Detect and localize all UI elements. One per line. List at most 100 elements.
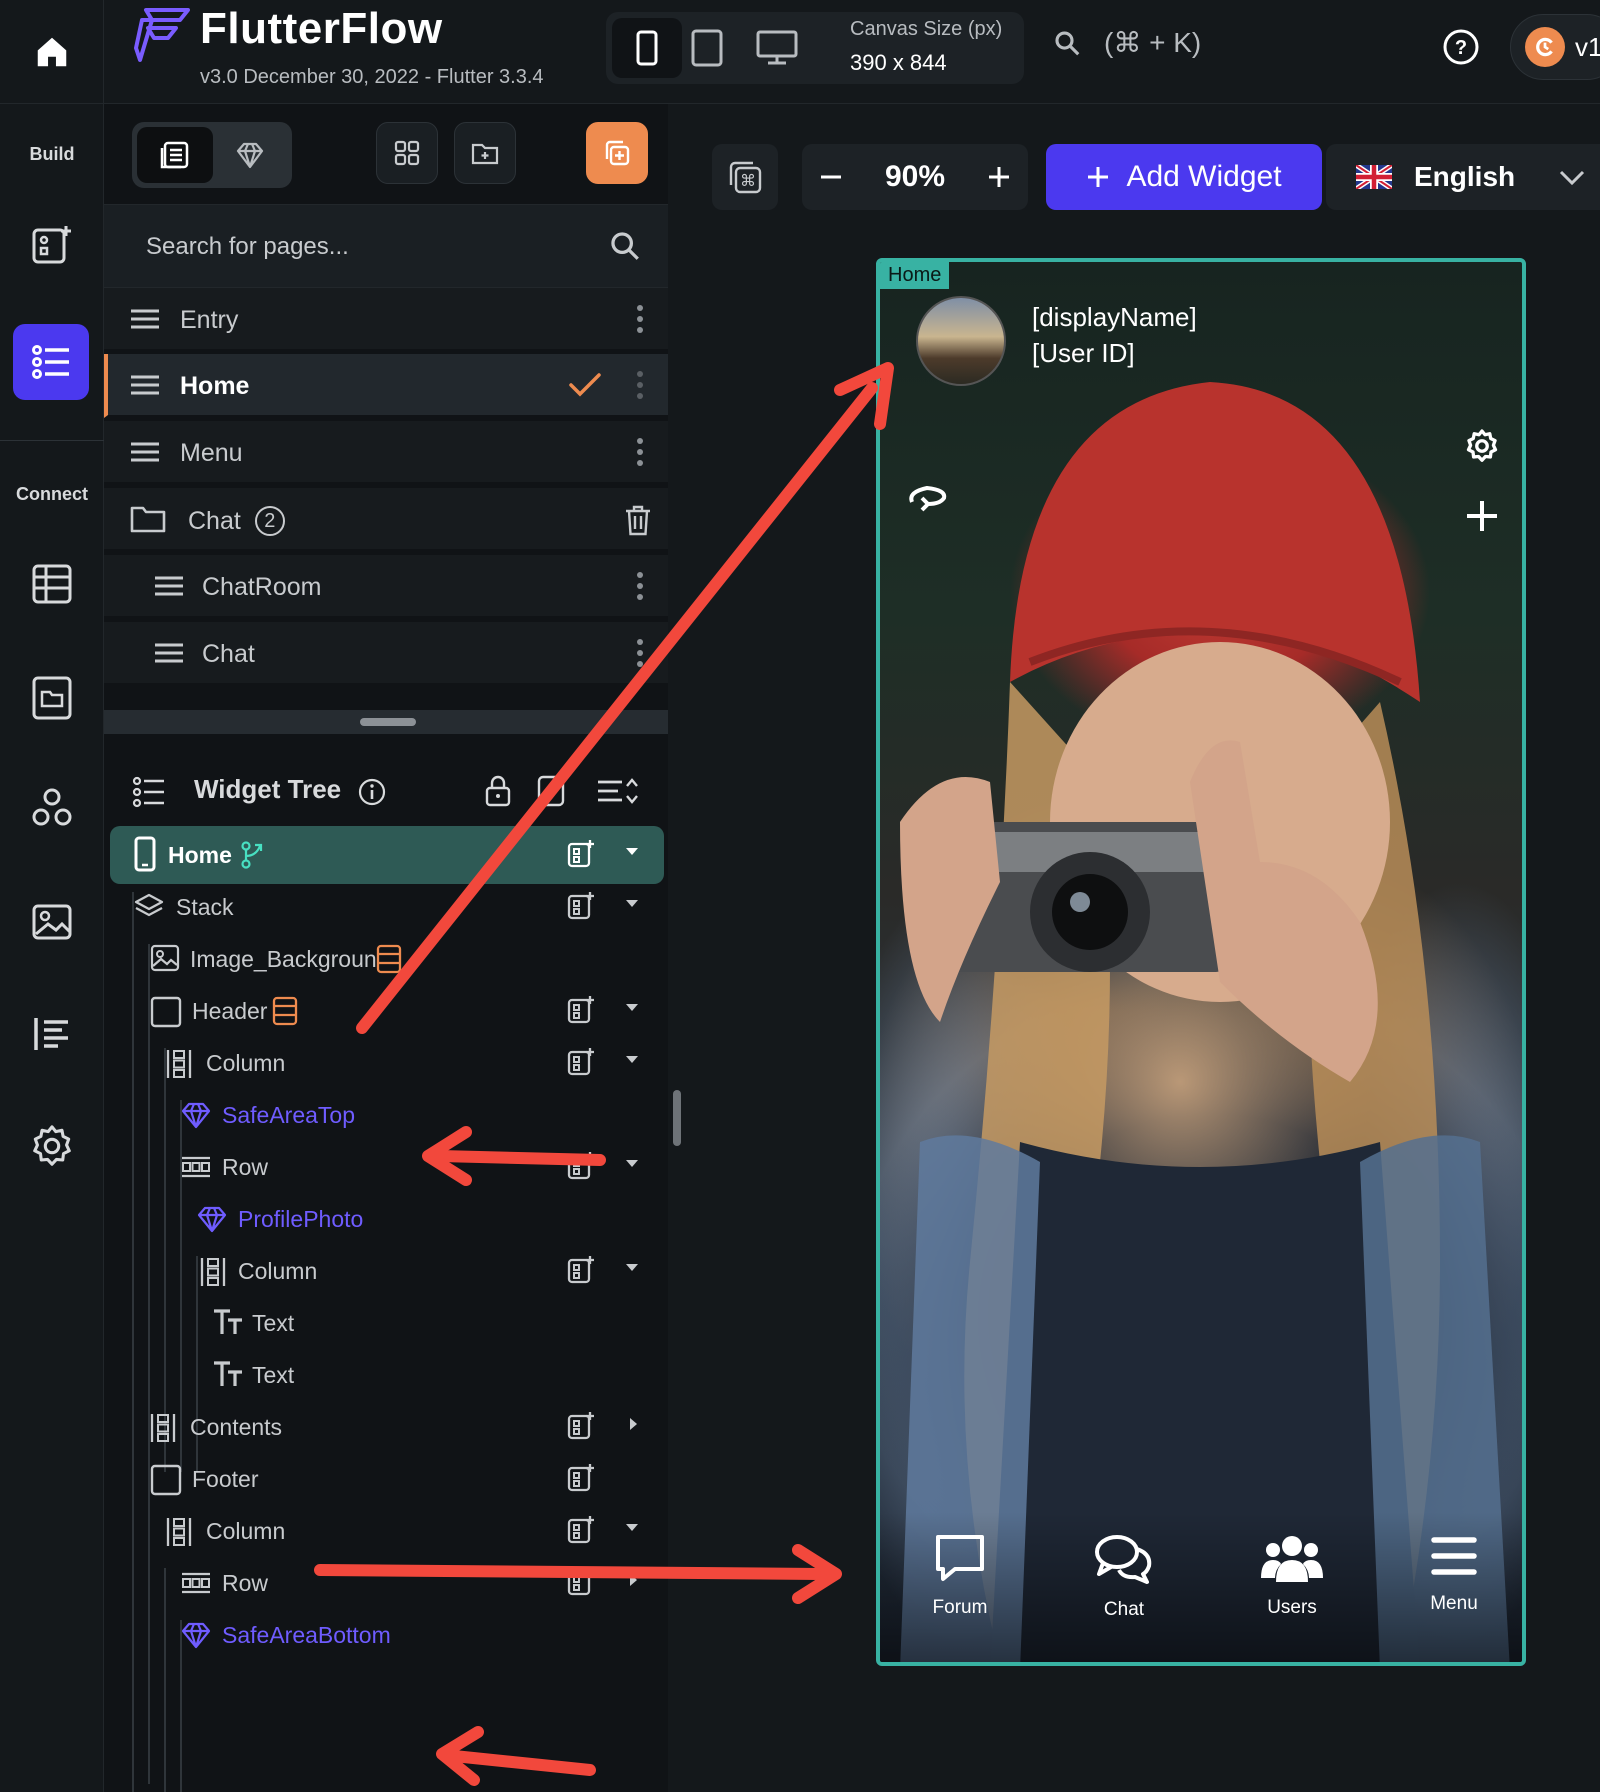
- add-child-icon[interactable]: [566, 890, 596, 922]
- add-child-icon[interactable]: [566, 838, 596, 870]
- tree-node-contents[interactable]: Contents: [104, 1398, 670, 1456]
- avatar[interactable]: [916, 296, 1006, 386]
- page-item-chat[interactable]: Chat: [104, 622, 670, 686]
- new-folder-button[interactable]: [454, 122, 516, 184]
- folder-item-chat[interactable]: Chat 2: [104, 488, 670, 552]
- tree-node-row[interactable]: Row: [104, 1554, 670, 1612]
- page-search-input[interactable]: Search for pages...: [146, 233, 349, 261]
- collapsed-caret-icon[interactable]: [630, 1574, 637, 1586]
- tree-node-stack[interactable]: Stack: [104, 878, 670, 936]
- rail-settings-button[interactable]: [22, 1116, 82, 1176]
- tablet-device-button[interactable]: [672, 18, 742, 78]
- more-icon[interactable]: [636, 437, 644, 467]
- display-name-text[interactable]: [displayName]: [1032, 302, 1197, 333]
- rail-page-selector-button[interactable]: [13, 324, 89, 400]
- panel-scrollbar[interactable]: [668, 104, 686, 1792]
- add-page-button[interactable]: [586, 122, 648, 184]
- collapse-all-icon[interactable]: [596, 776, 638, 806]
- nav-item-users[interactable]: Users: [1232, 1532, 1352, 1619]
- tree-node-text[interactable]: Text: [104, 1294, 670, 1352]
- expand-caret-icon[interactable]: [626, 1264, 638, 1271]
- nav-item-menu[interactable]: Menu: [1394, 1532, 1514, 1615]
- language-selector[interactable]: English: [1326, 144, 1600, 210]
- tree-node-safe-area-bottom[interactable]: SafeAreaBottom: [104, 1606, 670, 1664]
- command-search[interactable]: (⌘ + K): [1052, 26, 1201, 59]
- phone-preview[interactable]: Home [displayName] [User ID] Forum Chat …: [876, 258, 1526, 1666]
- tree-node-image-background[interactable]: Image_Backgroun: [104, 930, 670, 988]
- desktop-device-button[interactable]: [742, 18, 812, 78]
- expand-caret-icon[interactable]: [626, 848, 638, 855]
- nav-item-chat[interactable]: Chat: [1064, 1532, 1184, 1621]
- add-child-icon[interactable]: [566, 1410, 596, 1442]
- home-button[interactable]: [0, 0, 104, 104]
- page-item-home[interactable]: Home: [104, 354, 670, 418]
- page-search[interactable]: Search for pages...: [104, 204, 670, 288]
- nav-item-forum[interactable]: Forum: [900, 1532, 1020, 1619]
- tree-node-safe-area-top[interactable]: SafeAreaTop: [104, 1086, 670, 1144]
- page-item-chatroom[interactable]: ChatRoom: [104, 555, 670, 619]
- tree-node-column[interactable]: Column: [104, 1502, 670, 1560]
- plus-icon[interactable]: [1464, 498, 1500, 534]
- rotate-icon[interactable]: [904, 480, 950, 514]
- add-child-icon[interactable]: [566, 1254, 596, 1286]
- add-widget-button[interactable]: Add Widget: [1046, 144, 1322, 210]
- nav-label: Chat: [1103, 1599, 1145, 1620]
- rail-media-button[interactable]: [22, 892, 82, 952]
- rail-api-button[interactable]: [22, 778, 82, 838]
- rail-database-button[interactable]: [22, 554, 82, 614]
- copy-add-icon: [605, 140, 630, 166]
- trash-icon[interactable]: [624, 504, 652, 536]
- search-icon[interactable]: [608, 229, 642, 263]
- more-icon[interactable]: [636, 638, 644, 668]
- page-item-menu[interactable]: Menu: [104, 421, 670, 485]
- zoom-out-icon[interactable]: [818, 164, 844, 190]
- rail-custom-code-button[interactable]: [22, 1004, 82, 1064]
- add-child-icon[interactable]: [566, 1046, 596, 1078]
- add-child-icon[interactable]: [566, 1514, 596, 1546]
- components-tab[interactable]: [212, 127, 288, 183]
- collapsed-caret-icon[interactable]: [630, 1418, 637, 1430]
- more-icon[interactable]: [636, 571, 644, 601]
- gear-icon[interactable]: [1464, 428, 1500, 464]
- tree-node-row[interactable]: Row: [104, 1138, 670, 1196]
- help-icon[interactable]: ?: [1442, 28, 1480, 66]
- more-icon[interactable]: [636, 370, 644, 400]
- pages-tab[interactable]: [137, 127, 213, 183]
- tree-node-footer[interactable]: Footer: [104, 1450, 670, 1508]
- rail-storage-button[interactable]: [22, 668, 82, 728]
- page-item-entry[interactable]: Entry: [104, 288, 670, 352]
- add-child-icon[interactable]: [566, 1150, 596, 1182]
- expand-caret-icon[interactable]: [626, 1160, 638, 1167]
- canvas-size-value[interactable]: 390 x 844: [850, 50, 947, 76]
- expand-caret-icon[interactable]: [626, 1524, 638, 1531]
- expand-caret-icon[interactable]: [626, 1056, 638, 1063]
- rail-add-page-button[interactable]: [22, 214, 82, 274]
- tree-node-text[interactable]: Text: [104, 1346, 670, 1404]
- expand-caret-icon[interactable]: [626, 900, 638, 907]
- image-icon: [150, 944, 180, 972]
- add-child-icon[interactable]: [566, 1462, 596, 1494]
- version-button[interactable]: v1: [1510, 14, 1600, 80]
- info-icon[interactable]: [358, 778, 386, 806]
- tree-node-label: Text: [252, 1362, 295, 1388]
- expand-icon[interactable]: [536, 774, 566, 808]
- add-child-icon[interactable]: [566, 1566, 596, 1598]
- tree-node-profile-photo[interactable]: ProfilePhoto: [104, 1190, 670, 1248]
- command-palette-button[interactable]: ⌘: [712, 144, 778, 210]
- zoom-level[interactable]: 90%: [885, 160, 945, 194]
- expand-caret-icon[interactable]: [626, 1004, 638, 1011]
- more-icon[interactable]: [636, 304, 644, 334]
- tree-node-home[interactable]: Home: [110, 826, 664, 884]
- zoom-in-icon[interactable]: [986, 164, 1012, 190]
- panel-splitter[interactable]: [104, 710, 670, 734]
- tree-node-header[interactable]: Header: [104, 982, 670, 1040]
- grid-view-button[interactable]: [376, 122, 438, 184]
- tree-node-column[interactable]: Column: [104, 1242, 670, 1300]
- add-child-icon[interactable]: [566, 994, 596, 1026]
- user-id-text[interactable]: [User ID]: [1032, 338, 1135, 369]
- uk-flag-icon: [1356, 165, 1392, 189]
- tree-node-column[interactable]: Column: [104, 1034, 670, 1092]
- scroll-thumb[interactable]: [673, 1090, 681, 1146]
- lock-icon[interactable]: [484, 774, 512, 808]
- splitter-handle[interactable]: [360, 718, 416, 726]
